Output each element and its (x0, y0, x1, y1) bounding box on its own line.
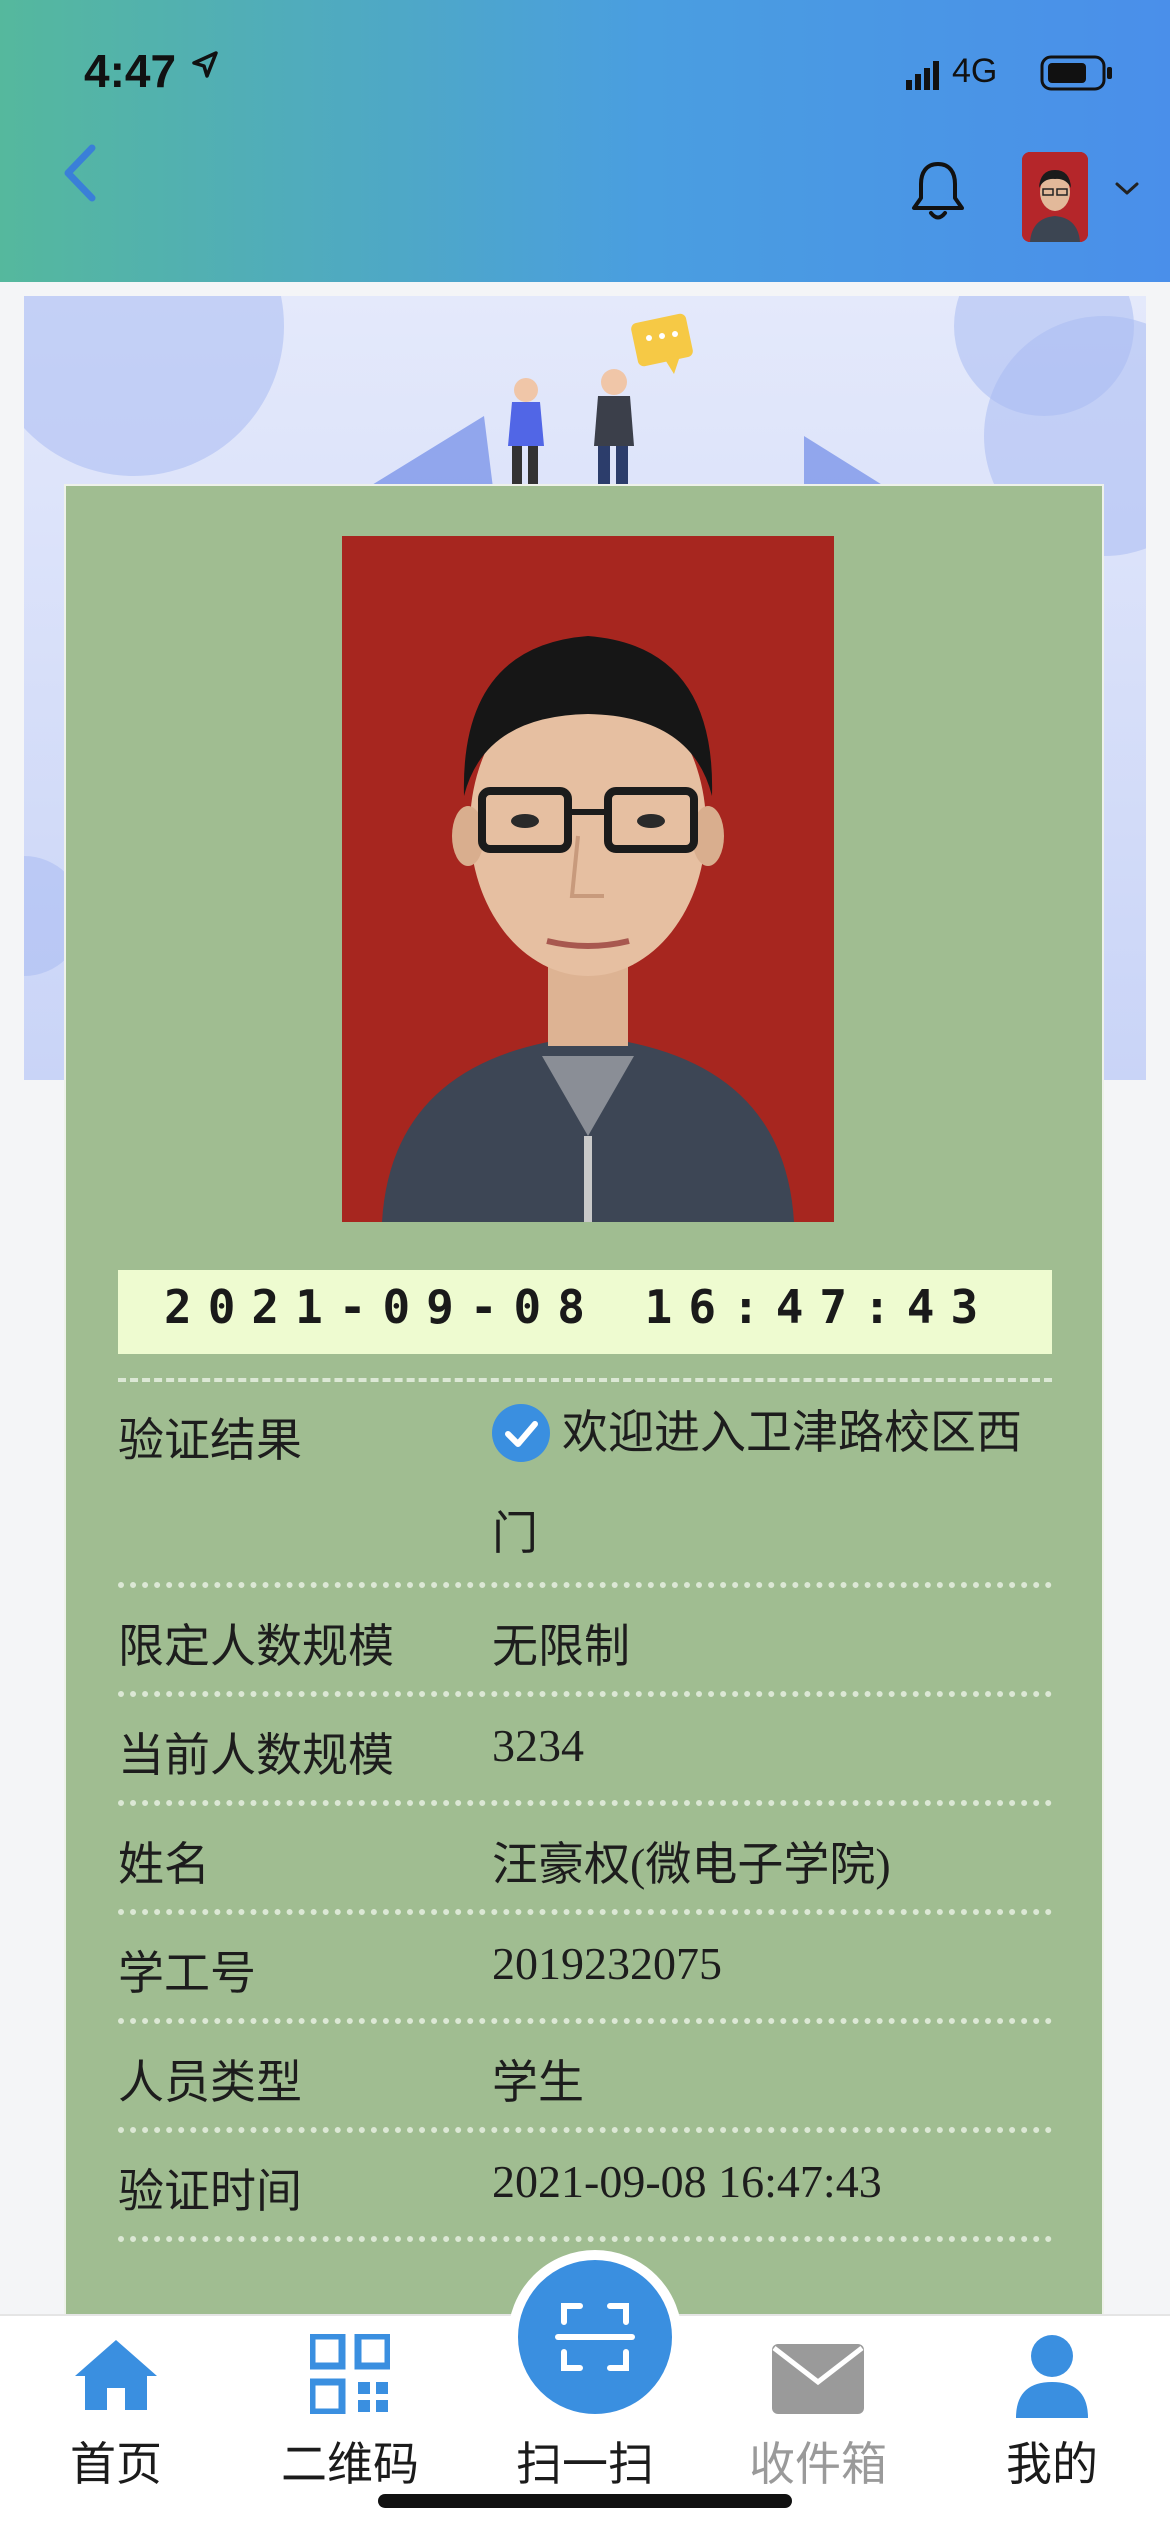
people-illustration (354, 313, 884, 496)
app-header: 4:47 4G (0, 0, 1170, 282)
info-row-time: 验证时间 2021-09-08 16:47:43 (118, 2133, 1052, 2242)
tab-label: 扫一扫 (516, 2438, 654, 2490)
tab-label: 二维码 (281, 2438, 419, 2490)
row-value: 汪豪权(微电子学院) (492, 1839, 891, 1890)
qr-code-icon (310, 2334, 390, 2414)
info-row-result: 验证结果 欢迎进入卫津路校区西门 (118, 1378, 1052, 1588)
row-label: 验证结果 (118, 1414, 302, 1466)
check-circle-icon (492, 1404, 550, 1463)
row-label: 学工号 (118, 1947, 256, 1999)
chevron-down-icon[interactable] (1114, 180, 1140, 198)
row-value: 欢迎进入卫津路校区西门 (492, 1382, 1032, 1584)
network-type: 4G (952, 52, 998, 90)
row-label: 姓名 (118, 1838, 210, 1890)
info-row-type: 人员类型 学生 (118, 2024, 1052, 2133)
mail-icon (772, 2344, 864, 2414)
verification-result-text: 欢迎进入卫津路校区西门 (492, 1406, 1022, 1559)
home-indicator (378, 2494, 792, 2508)
row-label: 人员类型 (118, 2056, 302, 2108)
row-value: 2021-09-08 16:47:43 (492, 2156, 882, 2207)
avatar-portrait (1022, 152, 1088, 242)
info-row-id: 学工号 2019232075 (118, 1915, 1052, 2024)
user-icon (1016, 2335, 1088, 2418)
back-button[interactable] (52, 138, 112, 208)
scan-icon (555, 2303, 635, 2371)
tab-profile[interactable]: 我的 (952, 2316, 1152, 2534)
row-label: 验证时间 (118, 2165, 302, 2217)
user-avatar[interactable] (1022, 152, 1088, 242)
scan-button[interactable] (508, 2250, 682, 2424)
info-table: 验证结果 欢迎进入卫津路校区西门 限定人数规模 无限制 当前人数规模 3234 … (118, 1378, 1052, 2242)
notification-bell-button[interactable] (908, 158, 968, 224)
verification-card: 2021-09-08 16:47:43 验证结果 欢迎进入卫津路校区西门 限定人… (64, 484, 1104, 2434)
location-arrow-icon (192, 51, 218, 78)
id-photo (342, 536, 834, 1222)
info-row-name: 姓名 汪豪权(微电子学院) (118, 1806, 1052, 1915)
row-value: 学生 (492, 2056, 584, 2108)
status-time: 4:47 (84, 45, 177, 97)
tab-label: 收件箱 (749, 2438, 887, 2490)
cellular-signal-icon (906, 61, 939, 90)
battery-icon (1040, 55, 1112, 91)
home-icon (75, 2340, 157, 2410)
row-value: 3234 (492, 1720, 584, 1771)
tab-label: 我的 (1006, 2438, 1098, 2490)
portrait-image (342, 536, 834, 1222)
info-row-current: 当前人数规模 3234 (118, 1697, 1052, 1806)
tab-label: 首页 (70, 2438, 162, 2490)
timestamp-text: 2021-09-08 16:47:43 (164, 1280, 995, 1334)
row-value: 2019232075 (492, 1938, 722, 1989)
row-label: 当前人数规模 (118, 1729, 394, 1781)
timestamp-banner: 2021-09-08 16:47:43 (118, 1270, 1052, 1354)
info-row-limit: 限定人数规模 无限制 (118, 1588, 1052, 1697)
row-label: 限定人数规模 (118, 1620, 394, 1672)
tab-home[interactable]: 首页 (16, 2316, 216, 2534)
row-value: 无限制 (492, 1620, 630, 1672)
